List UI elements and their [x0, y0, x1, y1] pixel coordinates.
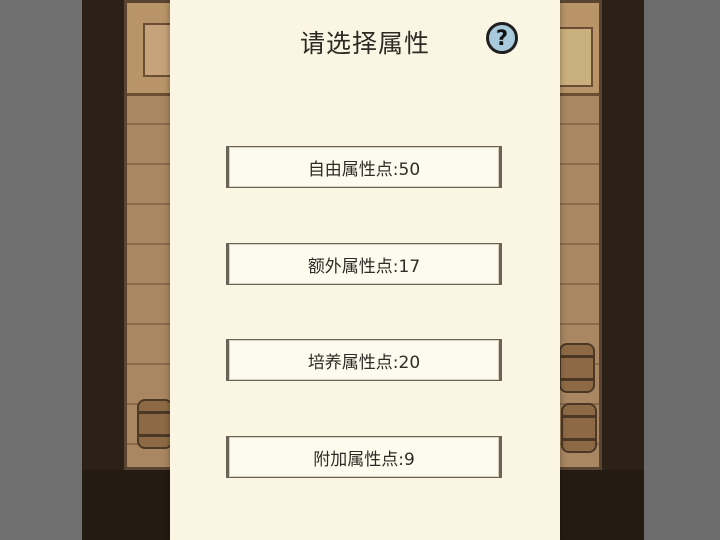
barrel	[561, 403, 597, 453]
right-letterbox	[644, 0, 720, 540]
help-icon[interactable]: ?	[486, 22, 518, 54]
barrel	[559, 343, 595, 393]
left-letterbox	[0, 0, 82, 540]
extra-attribute-button[interactable]: 额外属性点:17	[226, 243, 502, 285]
game-screen: 请选择属性 ? 自由属性点:50 额外属性点:17 培养属性点:20 附加属性点…	[0, 0, 720, 540]
free-attribute-button[interactable]: 自由属性点:50	[226, 146, 502, 188]
training-attribute-button[interactable]: 培养属性点:20	[226, 339, 502, 381]
shelf	[555, 27, 593, 87]
attribute-select-dialog: 请选择属性 ? 自由属性点:50 额外属性点:17 培养属性点:20 附加属性点…	[170, 0, 560, 540]
bonus-attribute-button[interactable]: 附加属性点:9	[226, 436, 502, 478]
barrel	[137, 399, 173, 449]
